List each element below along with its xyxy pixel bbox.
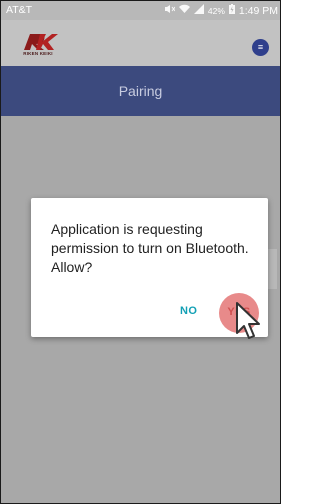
- battery-charging-icon: [228, 4, 235, 17]
- pointer-cursor-icon: [234, 301, 264, 341]
- bluetooth-permission-dialog: Application is requesting permission to …: [31, 198, 268, 337]
- app-header: RIKEN KEIKI ≡: [1, 20, 280, 66]
- title-bar: Pairing: [1, 66, 280, 116]
- carrier-label: AT&T: [6, 4, 33, 16]
- phone-screen: AT&T 42% 1:49 PM RIKEN KEIKI ≡ Pairing A…: [0, 0, 281, 504]
- status-bar: AT&T 42% 1:49 PM: [1, 1, 280, 20]
- menu-button[interactable]: ≡: [252, 39, 269, 56]
- riken-keiki-logo: RIKEN KEIKI: [18, 32, 58, 60]
- logo-text: RIKEN KEIKI: [23, 51, 53, 56]
- clock: 1:49 PM: [238, 4, 278, 17]
- signal-icon: [193, 4, 204, 17]
- mute-icon: [164, 4, 176, 17]
- page-title: Pairing: [118, 83, 163, 99]
- status-icons: 42% 1:49 PM: [164, 4, 278, 17]
- battery-percent: 42%: [207, 5, 225, 16]
- dialog-message: Application is requesting permission to …: [51, 221, 249, 275]
- no-button[interactable]: NO: [180, 305, 197, 317]
- wifi-icon: [178, 4, 190, 17]
- menu-icon: ≡: [257, 42, 264, 52]
